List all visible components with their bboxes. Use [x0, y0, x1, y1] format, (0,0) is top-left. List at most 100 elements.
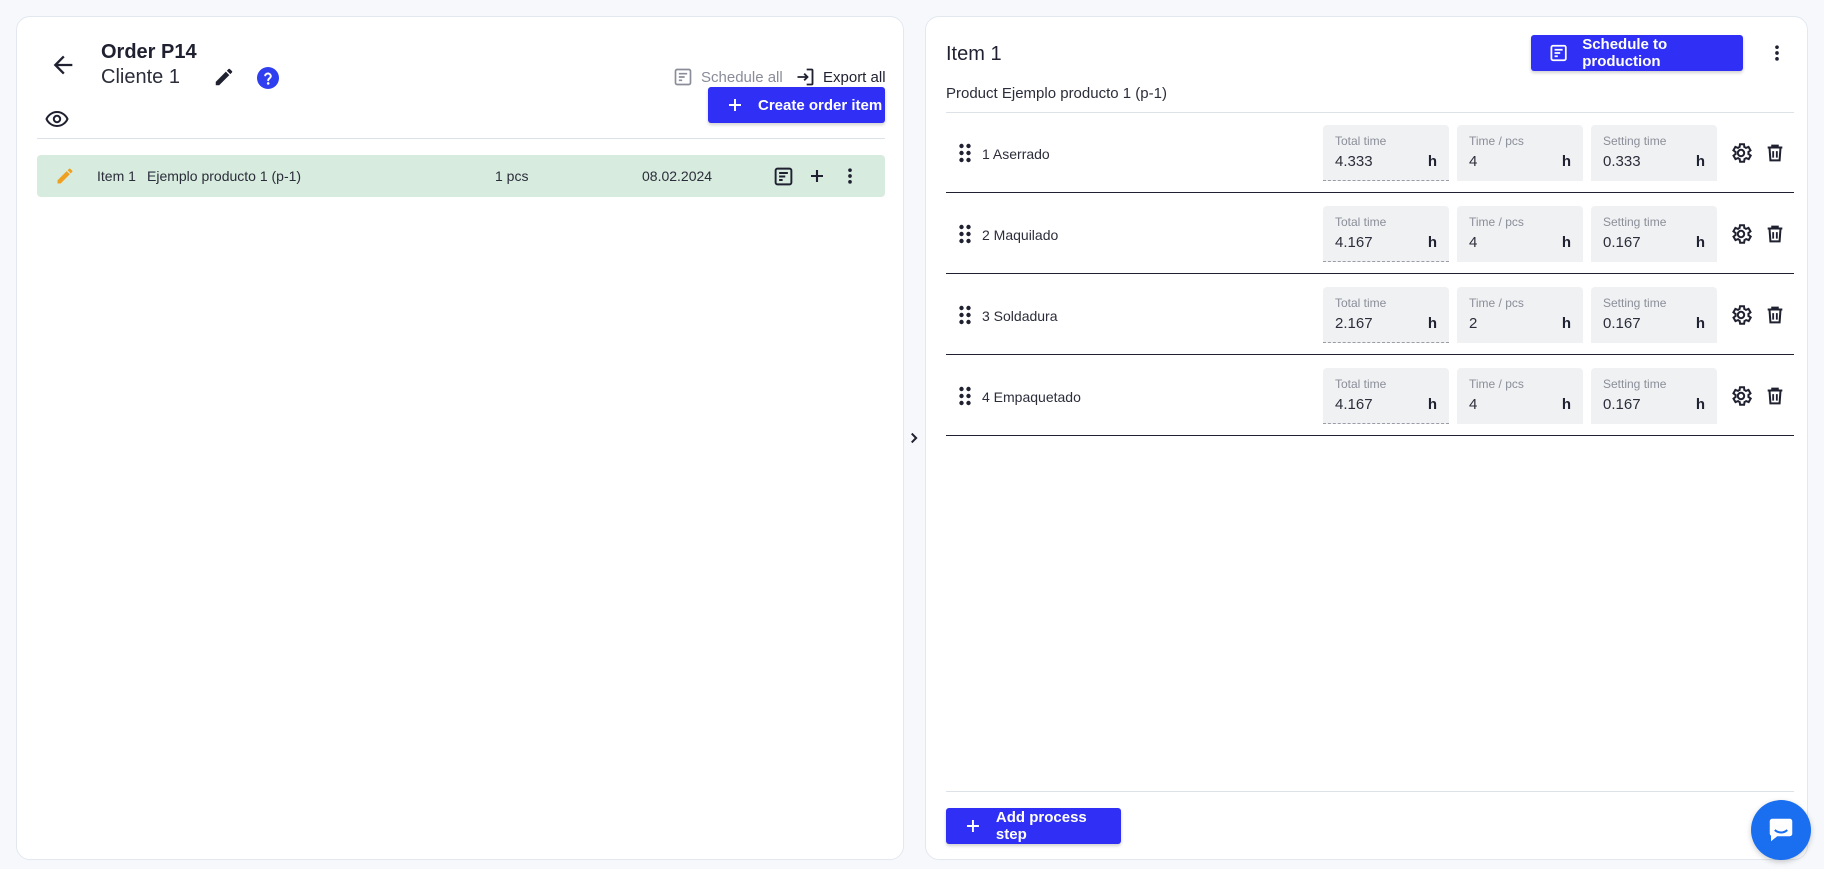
field-value: 4.333 [1335, 153, 1373, 170]
item-detail-panel: Item 1 Schedule to production Product Ej… [925, 16, 1808, 860]
field-unit: h [1695, 234, 1705, 251]
trash-icon [1767, 387, 1783, 405]
delete-step-button[interactable] [1762, 302, 1788, 328]
total-time-field[interactable]: Total time 4.333 h [1323, 125, 1449, 181]
edit-item-button[interactable] [53, 164, 77, 188]
field-label: Setting time [1603, 296, 1667, 310]
step-settings-button[interactable] [1728, 221, 1754, 247]
schedule-all-button[interactable]: Schedule all [673, 67, 783, 87]
delete-step-button[interactable] [1762, 140, 1788, 166]
time-per-pcs-field[interactable]: Time / pcs 2 h [1457, 287, 1583, 343]
field-unit: h [1561, 153, 1571, 170]
process-step-row: 2 Maquilado Total time 4.167 h Time / pc… [946, 194, 1794, 274]
field-label: Setting time [1603, 215, 1667, 229]
delete-step-button[interactable] [1762, 383, 1788, 409]
field-unit: h [1695, 153, 1705, 170]
gear-icon [1732, 386, 1753, 406]
field-label: Total time [1335, 134, 1387, 148]
export-all-button[interactable]: Export all [795, 67, 886, 87]
setting-time-field[interactable]: Setting time 0.333 h [1591, 125, 1717, 181]
field-unit: h [1427, 396, 1437, 413]
field-unit: h [1695, 315, 1705, 332]
field-label: Total time [1335, 296, 1387, 310]
back-button[interactable] [43, 45, 83, 85]
order-client: Cliente 1 [101, 66, 180, 88]
setting-time-field[interactable]: Setting time 0.167 h [1591, 206, 1717, 262]
total-time-field[interactable]: Total time 4.167 h [1323, 206, 1449, 262]
field-value: 2 [1469, 315, 1478, 332]
view-button[interactable] [41, 105, 73, 133]
create-order-item-label: Create order item [758, 96, 883, 114]
drag-handle[interactable] [956, 141, 974, 165]
field-label: Time / pcs [1469, 296, 1524, 310]
field-value: 4.167 [1335, 396, 1373, 413]
item-more-button[interactable] [838, 164, 862, 188]
drag-handle[interactable] [956, 222, 974, 246]
drag-handle-icon [959, 143, 971, 163]
export-all-label: Export all [823, 68, 886, 86]
step-settings-button[interactable] [1728, 302, 1754, 328]
edit-order-button[interactable] [210, 63, 238, 91]
total-time-field[interactable]: Total time 2.167 h [1323, 287, 1449, 343]
field-value: 0.167 [1603, 315, 1641, 332]
field-unit: h [1427, 153, 1437, 170]
gear-icon [1732, 143, 1753, 163]
field-label: Time / pcs [1469, 215, 1524, 229]
step-name: 4 Empaquetado [982, 389, 1081, 405]
step-name: 2 Maquilado [982, 227, 1059, 243]
schedule-to-production-button[interactable]: Schedule to production [1531, 35, 1743, 71]
divider [946, 791, 1794, 792]
field-unit: h [1427, 234, 1437, 251]
question-icon [257, 67, 279, 89]
step-name: 1 Aserrado [982, 146, 1050, 162]
setting-time-field[interactable]: Setting time 0.167 h [1591, 368, 1717, 424]
eye-icon [45, 110, 69, 128]
product-info: Product Ejemplo producto 1 (p-1) [946, 85, 1167, 102]
pencil-icon [215, 68, 233, 86]
help-button[interactable] [253, 63, 283, 93]
chat-button[interactable] [1751, 800, 1811, 860]
gear-icon [1732, 224, 1753, 244]
create-order-item-button[interactable]: Create order item [708, 87, 885, 123]
field-value: 0.333 [1603, 153, 1641, 170]
field-value: 0.167 [1603, 234, 1641, 251]
schedule-icon [674, 68, 692, 86]
order-item-row[interactable]: Item 1 Ejemplo producto 1 (p-1) 1 pcs 08… [37, 155, 885, 197]
field-label: Total time [1335, 377, 1387, 391]
time-per-pcs-field[interactable]: Time / pcs 4 h [1457, 125, 1583, 181]
chat-icon [1769, 818, 1793, 842]
time-per-pcs-field[interactable]: Time / pcs 4 h [1457, 206, 1583, 262]
item-label: Item 1 [97, 168, 136, 184]
pencil-icon [57, 168, 73, 184]
schedule-icon [774, 167, 792, 185]
step-settings-button[interactable] [1728, 383, 1754, 409]
drag-handle[interactable] [956, 303, 974, 327]
total-time-field[interactable]: Total time 4.167 h [1323, 368, 1449, 424]
detail-more-button[interactable] [1763, 37, 1791, 69]
item-date: 08.02.2024 [642, 168, 713, 184]
step-settings-button[interactable] [1728, 140, 1754, 166]
field-value: 4 [1469, 396, 1478, 413]
add-item-button[interactable] [805, 164, 829, 188]
order-title: Order P14 [101, 41, 197, 63]
gear-icon [1732, 305, 1753, 325]
schedule-item-button[interactable] [771, 164, 795, 188]
time-per-pcs-field[interactable]: Time / pcs 4 h [1457, 368, 1583, 424]
drag-handle-icon [959, 305, 971, 325]
add-process-step-button[interactable]: Add process step [946, 808, 1121, 844]
item-detail-title: Item 1 [946, 43, 1002, 65]
drag-handle[interactable] [956, 384, 974, 408]
process-step-row: 3 Soldadura Total time 2.167 h Time / pc… [946, 275, 1794, 355]
field-value: 2.167 [1335, 315, 1373, 332]
expand-panel-button[interactable] [904, 424, 924, 452]
field-label: Time / pcs [1469, 134, 1524, 148]
schedule-all-label: Schedule all [701, 68, 783, 86]
field-label: Time / pcs [1469, 377, 1524, 391]
step-name: 3 Soldadura [982, 308, 1058, 324]
plus-icon [729, 99, 741, 111]
plus-icon [966, 820, 979, 832]
delete-step-button[interactable] [1762, 221, 1788, 247]
field-label: Setting time [1603, 134, 1667, 148]
trash-icon [1767, 144, 1783, 162]
setting-time-field[interactable]: Setting time 0.167 h [1591, 287, 1717, 343]
